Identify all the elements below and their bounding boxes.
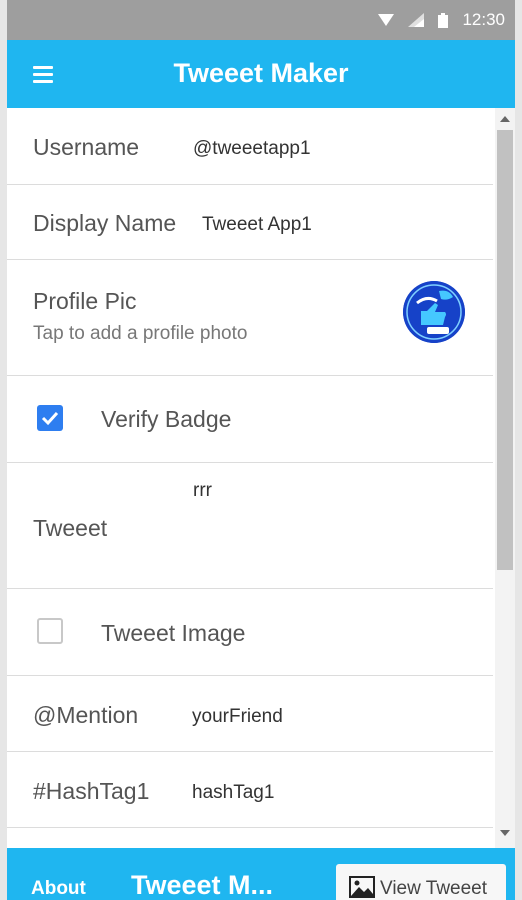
wifi-icon (378, 14, 395, 26)
tweeet-image-label: Tweeet Image (101, 620, 246, 646)
battery-icon (438, 12, 449, 28)
username-field[interactable]: @tweeetapp1 (193, 138, 311, 160)
profile-pic-label: Profile Pic (33, 288, 137, 314)
scroll-up-arrow-icon[interactable] (499, 114, 511, 124)
tweeet-image-row[interactable]: Tweeet Image (7, 589, 493, 676)
status-time: 12:30 (462, 10, 505, 29)
scrollbar[interactable] (495, 108, 515, 848)
app-bar: Tweeet Maker (7, 40, 515, 108)
username-label: Username (33, 134, 140, 160)
mention-label: @Mention (33, 702, 139, 728)
display-name-row[interactable]: Display Name Tweeet App1 (7, 184, 493, 260)
view-tweeet-button[interactable]: View Tweeet (336, 864, 506, 900)
bottom-bar: About Tweeet M... View Tweeet (7, 848, 515, 900)
profile-pic-row[interactable]: Profile Pic Tap to add a profile photo (7, 260, 493, 376)
tweeet-maker-logo (403, 281, 465, 343)
hashtag-label: #HashTag1 (33, 778, 150, 804)
status-icons: 12:30 (378, 10, 505, 30)
app-title: Tweeet Maker (173, 58, 349, 88)
tweeet-row[interactable]: rrr Tweeet (7, 463, 493, 589)
verify-badge-checkbox[interactable] (37, 405, 63, 431)
hashtag-field[interactable]: hashTag1 (192, 782, 274, 804)
verify-badge-label: Verify Badge (101, 406, 232, 432)
display-name-field[interactable]: Tweeet App1 (202, 214, 312, 236)
mention-field[interactable]: yourFriend (192, 706, 283, 728)
profile-avatar[interactable] (403, 281, 465, 343)
checkmark-icon (41, 411, 59, 426)
username-row[interactable]: Username @tweeetapp1 (7, 108, 493, 185)
verify-badge-row[interactable]: Verify Badge (7, 376, 493, 463)
image-icon (349, 876, 375, 898)
mention-row[interactable]: @Mention yourFriend (7, 676, 493, 752)
signal-icon (408, 13, 425, 27)
form-list: Username @tweeetapp1 Display Name Tweeet… (7, 108, 493, 848)
display-name-label: Display Name (33, 210, 177, 236)
hashtag-row[interactable]: #HashTag1 hashTag1 (7, 752, 493, 828)
profile-pic-hint: Tap to add a profile photo (33, 323, 248, 344)
tweeet-label: Tweeet (33, 515, 108, 541)
tweeet-image-checkbox[interactable] (37, 618, 63, 644)
scroll-down-arrow-icon[interactable] (499, 828, 511, 838)
about-link[interactable]: About (31, 878, 86, 900)
app-window: 12:30 Tweeet Maker Username @tweeetapp1 … (7, 0, 515, 900)
bottom-title: Tweeet M... (131, 870, 274, 900)
scrollbar-thumb[interactable] (497, 130, 513, 570)
view-tweeet-label: View Tweeet (380, 878, 488, 899)
status-bar: 12:30 (7, 0, 515, 40)
tweeet-text-field[interactable]: rrr (193, 480, 212, 502)
